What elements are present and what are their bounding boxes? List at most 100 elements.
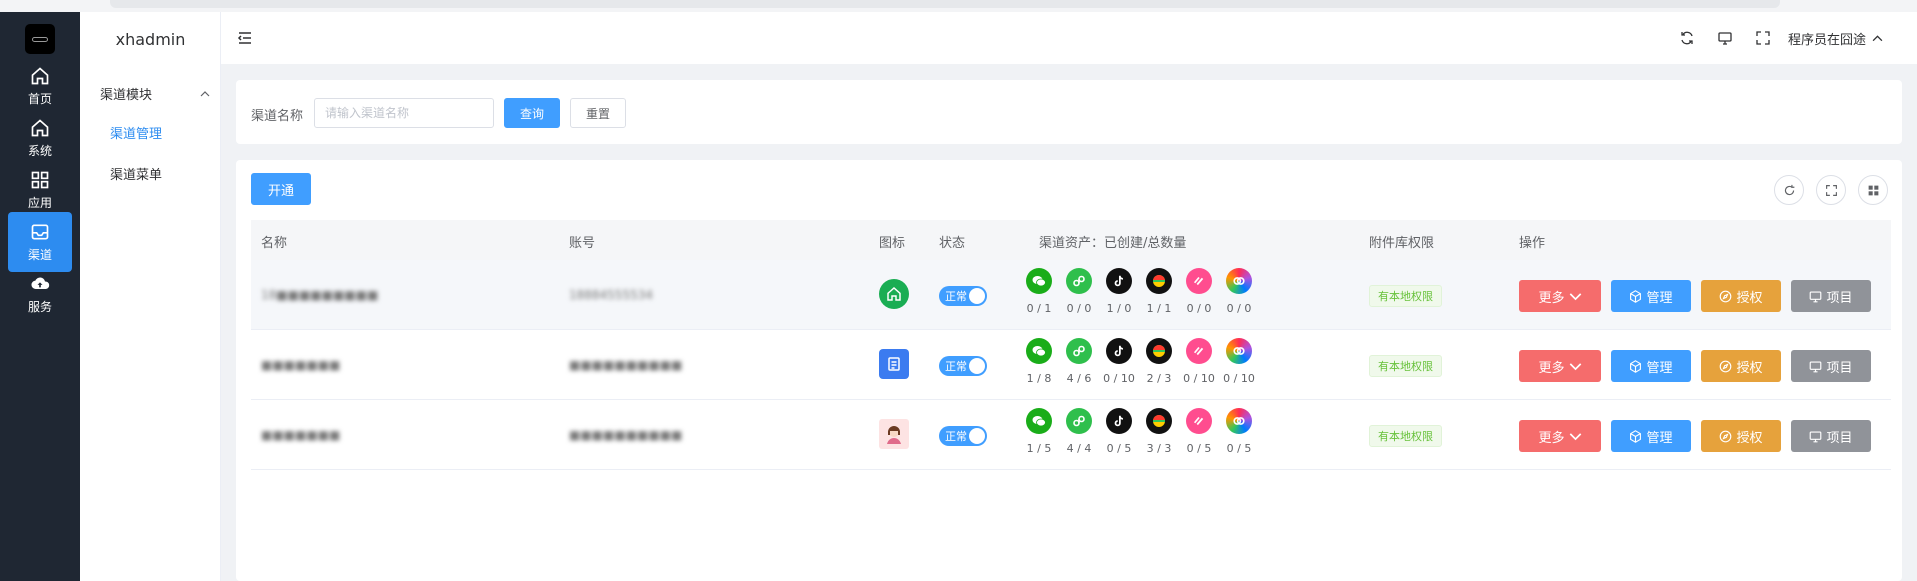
col-account: 账号 <box>569 236 596 251</box>
asset-count: 0 / 10 <box>1223 372 1255 385</box>
compass-icon <box>1720 290 1732 302</box>
manage-button[interactable]: 管理 <box>1611 280 1691 312</box>
monitor-icon[interactable] <box>1717 30 1733 46</box>
asset-wechat: 0 / 1 <box>1019 268 1059 315</box>
asset-miniapp: 4 / 6 <box>1059 338 1099 385</box>
auth-button[interactable]: 授权 <box>1701 280 1781 312</box>
col-name: 名称 <box>261 236 288 251</box>
menu-fold-icon[interactable] <box>237 30 253 46</box>
rail-item-channel[interactable]: 渠道 <box>8 212 72 272</box>
asset-pink-app: 0 / 0 <box>1179 268 1219 315</box>
asset-count: 4 / 6 <box>1066 372 1092 385</box>
channel-name-label: 渠道名称 <box>251 109 304 124</box>
asset-color-app: 3 / 3 <box>1139 408 1179 455</box>
monitor-icon <box>1810 290 1822 302</box>
chevron-down-icon <box>1569 362 1581 370</box>
project-button[interactable]: 项目 <box>1791 280 1871 312</box>
miniprogram-icon <box>1066 408 1092 434</box>
row-account: ■■■■■■■■■■ <box>569 428 683 442</box>
project-button[interactable]: 项目 <box>1791 420 1871 452</box>
manage-label: 管理 <box>1646 430 1673 446</box>
asset-rainbow-app: 0 / 10 <box>1219 338 1259 385</box>
more-button[interactable]: 更多 <box>1519 420 1601 452</box>
compass-icon <box>1720 430 1732 442</box>
browser-strip <box>0 0 1917 12</box>
status-switch[interactable]: 正常 <box>939 356 987 376</box>
status-switch-label: 正常 <box>945 430 967 443</box>
auth-button[interactable]: 授权 <box>1701 350 1781 382</box>
rail-item-apps[interactable]: 应用 <box>8 160 72 220</box>
asset-pink-app: 0 / 10 <box>1179 338 1219 385</box>
status-switch[interactable]: 正常 <box>939 426 987 446</box>
manage-label: 管理 <box>1646 290 1673 306</box>
refresh-icon[interactable] <box>1679 30 1695 46</box>
row-name: 18■■■■■■■■■ <box>261 288 379 302</box>
nav-group-channel-module[interactable]: 渠道模块 <box>100 84 210 103</box>
nav-item-channel-manage[interactable]: 渠道管理 <box>110 123 162 142</box>
grid-icon <box>31 171 49 188</box>
home-icon <box>31 118 49 136</box>
rail-item-service[interactable]: 服务 <box>8 264 72 324</box>
color-app-icon <box>1146 408 1172 434</box>
project-button[interactable]: 项目 <box>1791 350 1871 382</box>
row-account: ■■■■■■■■■■ <box>569 358 683 372</box>
auth-button[interactable]: 授权 <box>1701 420 1781 452</box>
table-refresh-button[interactable] <box>1774 175 1804 205</box>
more-button[interactable]: 更多 <box>1519 350 1601 382</box>
sub-sidebar: xhadmin 渠道模块 渠道管理 渠道菜单 <box>80 12 221 581</box>
manage-button[interactable]: 管理 <box>1611 420 1691 452</box>
color-app-icon <box>1146 268 1172 294</box>
asset-douyin: 1 / 0 <box>1099 268 1139 315</box>
nav-group-label: 渠道模块 <box>100 88 153 103</box>
douyin-icon <box>1106 408 1132 434</box>
asset-count: 1 / 0 <box>1106 302 1132 315</box>
more-button[interactable]: 更多 <box>1519 280 1601 312</box>
rail-item-label: 首页 <box>27 91 52 106</box>
table-row: ■■■■■■■ ■■■■■■■■■■ 正常 1 / 5 4 / 4 0 / 5 … <box>251 400 1891 470</box>
rail-item-label: 服务 <box>27 299 52 314</box>
channel-home-icon <box>879 279 909 309</box>
columns-icon <box>1868 185 1878 195</box>
table-fullscreen-button[interactable] <box>1816 175 1846 205</box>
col-ops: 操作 <box>1519 236 1546 251</box>
chevron-down-icon <box>1569 292 1581 300</box>
asset-pink-app: 0 / 5 <box>1179 408 1219 455</box>
col-icon: 图标 <box>879 236 906 251</box>
more-label: 更多 <box>1538 290 1565 306</box>
asset-color-app: 1 / 1 <box>1139 268 1179 315</box>
rail-item-home[interactable]: 首页 <box>8 56 72 116</box>
pink-app-icon <box>1186 268 1212 294</box>
row-name: ■■■■■■■ <box>261 428 341 442</box>
table-columns-button[interactable] <box>1858 175 1888 205</box>
douyin-icon <box>1106 338 1132 364</box>
table-row: 18■■■■■■■■■ 18884555534 正常 0 / 1 0 / 0 1… <box>251 260 1891 330</box>
channel-name-input[interactable] <box>314 98 494 128</box>
project-label: 项目 <box>1826 360 1853 376</box>
rail-item-system[interactable]: 系统 <box>8 108 72 168</box>
cube-icon <box>1630 289 1642 303</box>
asset-count: 0 / 0 <box>1066 302 1092 315</box>
compass-icon <box>1720 360 1732 372</box>
asset-wechat: 1 / 5 <box>1019 408 1059 455</box>
asset-color-app: 2 / 3 <box>1139 338 1179 385</box>
asset-count: 0 / 0 <box>1226 302 1252 315</box>
status-switch[interactable]: 正常 <box>939 286 987 306</box>
channel-table-panel: 开通 名称 账号 图标 状态 渠道资产：已创建/总数量 附件库权限 操作 18■… <box>236 160 1902 581</box>
query-button[interactable]: 查询 <box>504 98 560 128</box>
chevron-up-icon <box>200 90 210 96</box>
asset-count: 0 / 10 <box>1183 372 1215 385</box>
fullscreen-icon[interactable] <box>1755 30 1771 46</box>
brand-title: xhadmin <box>115 30 186 49</box>
douyin-icon <box>1106 268 1132 294</box>
open-channel-button[interactable]: 开通 <box>251 173 311 205</box>
browser-address-bar <box>110 0 1780 8</box>
manage-button[interactable]: 管理 <box>1611 350 1691 382</box>
nav-item-channel-menu[interactable]: 渠道菜单 <box>110 164 162 183</box>
asset-count: 0 / 1 <box>1026 302 1052 315</box>
app-logo[interactable] <box>25 24 55 54</box>
reset-button[interactable]: 重置 <box>570 98 626 128</box>
user-menu[interactable]: 程序员在囧途 <box>1788 29 1883 48</box>
asset-count: 0 / 5 <box>1226 442 1252 455</box>
auth-label: 授权 <box>1736 360 1763 376</box>
chevron-up-icon <box>1872 35 1883 42</box>
